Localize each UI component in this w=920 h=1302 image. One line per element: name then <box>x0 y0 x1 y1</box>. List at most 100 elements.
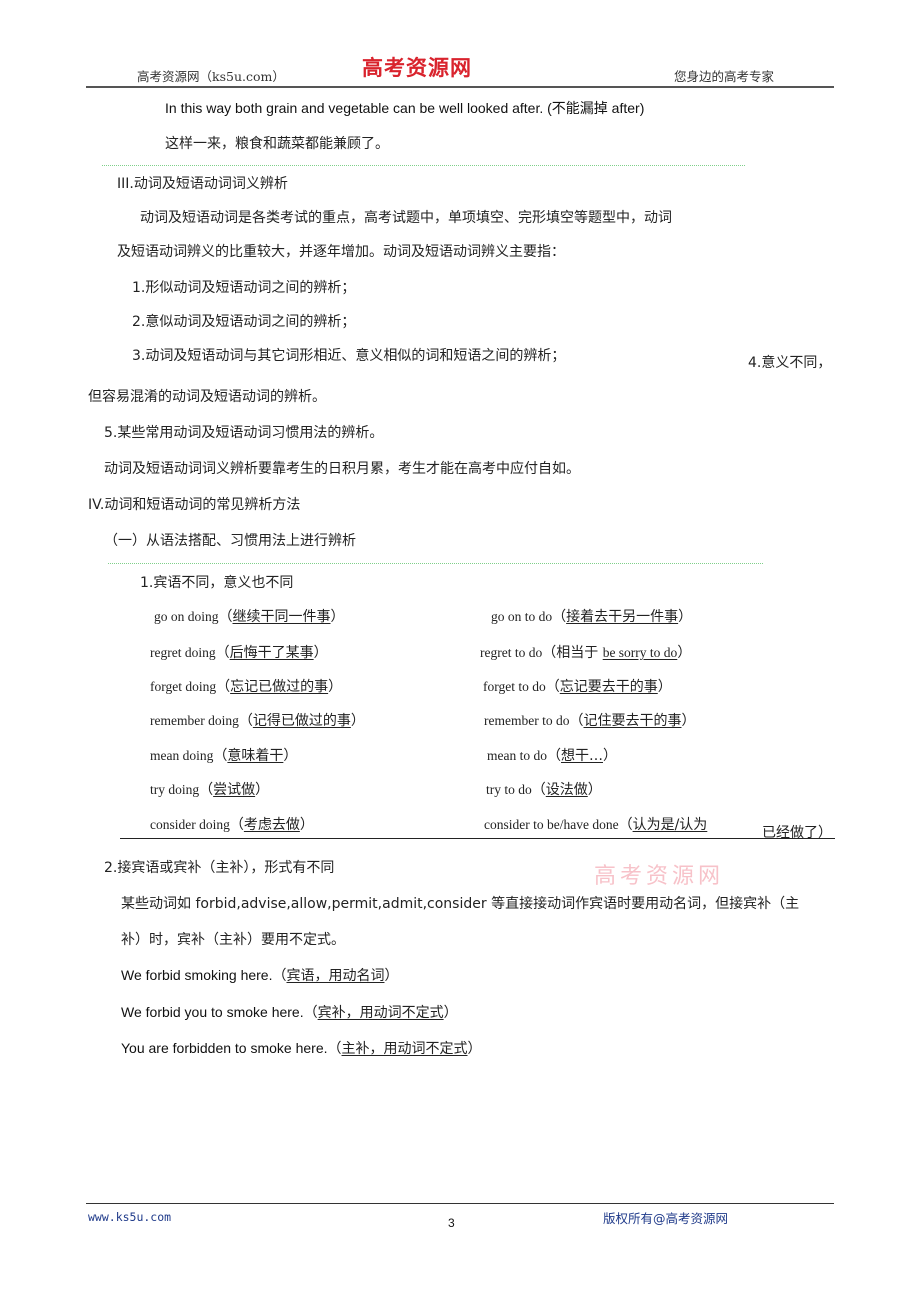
list-item: 3.动词及短语动词与其它词形相近、意义相似的词和短语之间的辨析； <box>132 348 566 364</box>
meaning: 尝试做 <box>213 782 256 798</box>
table-cell-right: remember to do（记住要去干的事） <box>484 710 695 730</box>
meaning-prefix: 相当于 <box>556 645 603 661</box>
verb-phrase: regret doing <box>150 645 216 660</box>
section-3-title: III.动词及短语动词词义辨析 <box>117 176 288 192</box>
example-sentence-cn: 这样一来，粮食和蔬菜都能兼顾了。 <box>165 136 389 152</box>
verb-phrase: remember to do <box>484 713 570 728</box>
section-4-title: IV.动词和短语动词的常见辨析方法 <box>88 497 301 513</box>
footer-copyright: 版权所有@高考资源网 <box>603 1211 729 1226</box>
paren-open: （ <box>327 1041 342 1057</box>
table-cell-left: mean doing（意味着干） <box>150 745 297 765</box>
table-cell-right: consider to be/have done（认为是/认为 <box>484 814 707 834</box>
paren-open: （ <box>552 609 567 625</box>
paren-close: ） <box>283 748 298 764</box>
header-divider <box>86 86 834 88</box>
meaning: 想干… <box>561 748 603 764</box>
paren-close: ） <box>678 609 693 625</box>
meaning: 忘记已做过的事 <box>230 679 329 695</box>
footer-website-link[interactable]: www.ks5u.com <box>88 1210 171 1224</box>
section-3-conclusion: 动词及短语动词词义辨析要靠考生的日积月累，考生才能在高考中应付自如。 <box>104 461 580 477</box>
paren-close: ） <box>677 645 692 661</box>
point-2-paragraph-line-2: 补）时，宾补（主补）要用不定式。 <box>121 932 345 948</box>
verb-phrase: consider doing <box>150 817 230 832</box>
meaning: 认为是/认为 <box>632 817 708 833</box>
section-3-paragraph-line-2: 及短语动词辨义的比重较大，并逐年增加。动词及短语动词辨义主要指： <box>117 244 565 260</box>
point-2-paragraph-line-1: 某些动词如 forbid,advise,allow,permit,admit,c… <box>121 896 800 912</box>
point-2-title: 2.接宾语或宾补（主补），形式有不同 <box>104 860 335 876</box>
paren-open: （ <box>569 713 584 729</box>
example-sentence: You are forbidden to smoke here.（主补，用动词不… <box>121 1038 482 1058</box>
verb-phrase: mean to do <box>487 748 547 763</box>
paren-close: ） <box>299 817 314 833</box>
table-cell-right: forget to do（忘记要去干的事） <box>483 676 672 696</box>
example-note: 宾语，用动名词 <box>286 968 385 984</box>
table-row-tail: 已经做了） <box>762 825 832 841</box>
page-number: 3 <box>448 1216 455 1230</box>
paren-open: （ <box>216 679 231 695</box>
verb-phrase: consider to be/have done <box>484 817 619 832</box>
dotted-divider <box>102 165 745 166</box>
paren-close: ） <box>313 645 328 661</box>
dotted-divider <box>108 563 763 564</box>
paren-open: （ <box>618 817 633 833</box>
point-1-title: 1.宾语不同，意义也不同 <box>140 575 294 591</box>
paren-open: （ <box>531 782 546 798</box>
paren-close: ） <box>350 713 365 729</box>
table-cell-left: regret doing（后悔干了某事） <box>150 642 328 662</box>
footer-divider <box>86 1203 834 1204</box>
example-note: 宾补，用动词不定式 <box>317 1005 444 1021</box>
header-logo: 高考资源网 <box>362 55 472 80</box>
meaning: 后悔干了某事 <box>229 645 314 661</box>
paren-open: （ <box>199 782 214 798</box>
table-cell-left: forget doing（忘记已做过的事） <box>150 676 342 696</box>
meaning: 忘记要去干的事 <box>559 679 658 695</box>
table-cell-right: try to do（设法做） <box>486 779 602 799</box>
paren-open: （ <box>238 713 253 729</box>
paren-close: ） <box>603 748 617 764</box>
verb-phrase: try doing <box>150 782 200 797</box>
example-sentence: We forbid smoking here.（宾语，用动名词） <box>121 965 398 985</box>
verb-phrase: forget to do <box>483 679 546 694</box>
table-cell-left: remember doing（记得已做过的事） <box>150 710 365 730</box>
paren-open: （ <box>218 609 233 625</box>
paren-open: （ <box>213 748 228 764</box>
paren-close: ） <box>443 1005 458 1021</box>
meaning: 设法做 <box>545 782 588 798</box>
header-slogan: 您身边的高考专家 <box>674 69 775 84</box>
paren-open: （ <box>303 1005 318 1021</box>
meaning: 接着去干另一件事 <box>566 609 679 625</box>
meaning: be sorry to do <box>602 645 678 660</box>
watermark-logo: 高考资源网 <box>594 864 725 889</box>
verb-phrase: go on to do <box>491 609 553 624</box>
paren-close: ） <box>328 679 343 695</box>
paren-open: （ <box>547 748 561 764</box>
list-item: 5.某些常用动词及短语动词习惯用法的辨析。 <box>104 425 384 441</box>
table-cell-right: go on to do（接着去干另一件事） <box>491 606 692 626</box>
meaning: 记得已做过的事 <box>252 713 351 729</box>
list-item: 2.意似动词及短语动词之间的辨析； <box>132 314 356 330</box>
meaning: 继续干同一件事 <box>232 609 331 625</box>
paren-open: （ <box>229 817 244 833</box>
paren-close: ） <box>681 713 696 729</box>
meaning: 记住要去干的事 <box>583 713 682 729</box>
paren-open: （ <box>215 645 230 661</box>
paren-close: ） <box>255 782 270 798</box>
example-note: 主补，用动词不定式 <box>341 1041 468 1057</box>
table-cell-right: regret to do（相当于 be sorry to do） <box>480 642 691 662</box>
verb-phrase: forget doing <box>150 679 217 694</box>
meaning: 考虑去做 <box>243 817 300 833</box>
example-sentence-en: In this way both grain and vegetable can… <box>165 100 645 116</box>
meaning: 意味着干 <box>227 748 284 764</box>
paren-open: （ <box>542 645 557 661</box>
list-item: 4.意义不同， <box>748 355 832 371</box>
section-4-subtitle: （一）从语法搭配、习惯用法上进行辨析 <box>104 533 356 549</box>
table-cell-right: mean to do（想干…） <box>487 745 617 765</box>
list-item-continuation: 但容易混淆的动词及短语动词的辨析。 <box>88 389 326 405</box>
example-text: We forbid you to smoke here. <box>121 1004 304 1020</box>
example-sentence: We forbid you to smoke here.（宾补，用动词不定式） <box>121 1002 458 1022</box>
table-cell-left: go on doing（继续干同一件事） <box>154 606 345 626</box>
paren-close: ） <box>330 609 345 625</box>
table-bottom-rule <box>120 838 835 839</box>
verb-phrase: go on doing <box>154 609 219 624</box>
verb-phrase: regret to do <box>480 645 543 660</box>
